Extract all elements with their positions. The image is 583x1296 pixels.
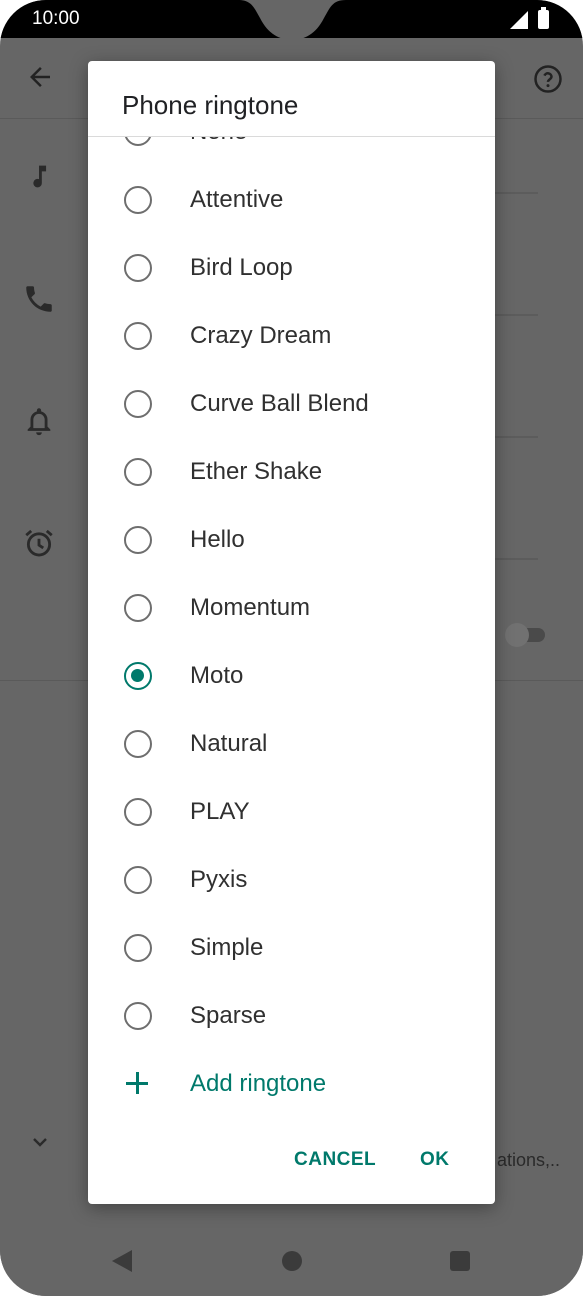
plus-icon xyxy=(126,1070,152,1096)
ringtone-label: Moto xyxy=(190,662,244,689)
back-arrow-icon[interactable] xyxy=(25,62,55,92)
ringtone-option[interactable]: Bird Loop xyxy=(88,234,495,302)
radio-button[interactable] xyxy=(124,1002,152,1030)
ringtone-option[interactable]: Natural xyxy=(88,710,495,778)
ok-button[interactable]: OK xyxy=(420,1149,450,1171)
radio-button[interactable] xyxy=(124,730,152,758)
radio-button[interactable] xyxy=(124,866,152,894)
row-divider xyxy=(488,436,538,438)
ringtone-label: Hello xyxy=(190,526,245,553)
add-ringtone-item[interactable]: Add ringtone xyxy=(88,1050,495,1117)
radio-button[interactable] xyxy=(124,322,152,350)
ringtone-label: Attentive xyxy=(190,186,284,213)
navigation-bar xyxy=(0,1228,583,1296)
radio-button[interactable] xyxy=(124,186,152,214)
ringtone-option[interactable]: Attentive xyxy=(88,166,495,234)
camera-notch xyxy=(238,0,346,40)
dialog-actions: CANCEL OK xyxy=(88,1141,495,1181)
ringtone-label: Bird Loop xyxy=(190,254,293,281)
phone-icon xyxy=(26,286,52,312)
ringtone-option[interactable]: Momentum xyxy=(88,574,495,642)
ringtone-option[interactable]: Hello xyxy=(88,506,495,574)
ringtone-list[interactable]: None Attentive Bird Loop Crazy Dream Cur… xyxy=(88,137,495,1117)
row-divider xyxy=(488,314,538,316)
ringtone-label: Ether Shake xyxy=(190,458,323,485)
advanced-summary-text: ations,.. xyxy=(497,1150,561,1170)
nav-back-icon[interactable] xyxy=(112,1250,132,1272)
ringtone-label: Simple xyxy=(190,934,264,961)
ringtone-option[interactable]: Crazy Dream xyxy=(88,302,495,370)
ringtone-option[interactable]: Sparse xyxy=(88,982,495,1050)
ringtone-option[interactable]: PLAY xyxy=(88,778,495,846)
radio-button[interactable] xyxy=(124,390,152,418)
music-note-icon xyxy=(33,165,47,188)
radio-button[interactable] xyxy=(124,798,152,826)
status-time: 10:00 xyxy=(32,8,80,29)
row-divider xyxy=(488,558,538,560)
ringtone-label: Sparse xyxy=(190,1002,267,1029)
ringtone-label: Crazy Dream xyxy=(190,322,332,349)
alarm-clock-icon xyxy=(25,529,53,557)
ringtone-option[interactable]: Moto xyxy=(88,642,495,710)
radio-button[interactable] xyxy=(124,137,152,146)
ringtone-label: Momentum xyxy=(190,594,311,621)
signal-icon xyxy=(510,11,528,29)
radio-button[interactable] xyxy=(124,458,152,486)
row-divider xyxy=(488,192,538,194)
phone-screen: ations,.. 10:00 Phone ringtone None xyxy=(0,0,583,1296)
cancel-button[interactable]: CANCEL xyxy=(294,1149,376,1171)
ringtone-option[interactable]: Pyxis xyxy=(88,846,495,914)
nav-recents-icon[interactable] xyxy=(450,1251,470,1271)
ringtone-option[interactable]: None xyxy=(88,137,495,166)
bell-icon xyxy=(27,408,51,436)
chevron-down-icon[interactable] xyxy=(28,1130,52,1154)
ringtone-label: Pyxis xyxy=(190,866,248,893)
add-ringtone-label: Add ringtone xyxy=(190,1070,327,1097)
radio-button[interactable] xyxy=(124,662,152,690)
ringtone-dialog: Phone ringtone None Attentive Bird Loop xyxy=(88,61,495,1204)
ringtone-option[interactable]: Simple xyxy=(88,914,495,982)
ringtone-label: Curve Ball Blend xyxy=(190,390,369,417)
ringtone-label: None xyxy=(190,137,247,146)
help-icon[interactable] xyxy=(533,64,563,94)
radio-button[interactable] xyxy=(124,594,152,622)
dialog-title: Phone ringtone xyxy=(122,90,299,120)
ringtone-label: Natural xyxy=(190,730,268,757)
radio-button[interactable] xyxy=(124,254,152,282)
ringtone-label: PLAY xyxy=(190,798,250,825)
radio-button[interactable] xyxy=(124,526,152,554)
battery-icon xyxy=(538,7,549,29)
ringtone-option[interactable]: Curve Ball Blend xyxy=(88,370,495,438)
ringtone-option[interactable]: Ether Shake xyxy=(88,438,495,506)
nav-home-icon[interactable] xyxy=(282,1251,302,1271)
radio-button[interactable] xyxy=(124,934,152,962)
setting-toggle[interactable] xyxy=(505,623,545,647)
